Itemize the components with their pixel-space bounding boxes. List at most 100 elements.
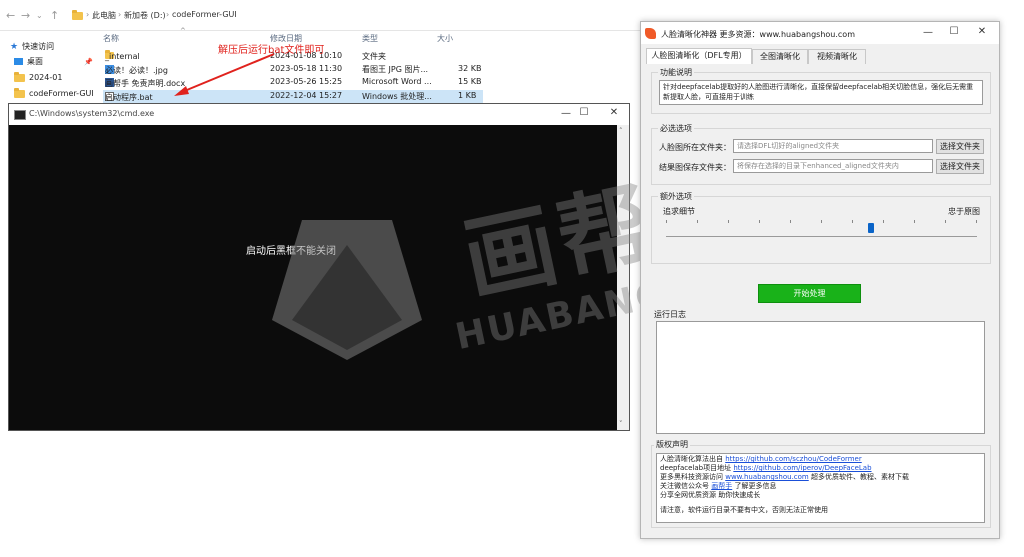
back-arrow-icon[interactable]: ← xyxy=(6,9,15,22)
slider-tick xyxy=(666,220,667,223)
star-icon: ★ xyxy=(10,41,19,52)
input-folder-field[interactable]: 请选择DFL切好的aligned文件夹 xyxy=(733,139,933,153)
scroll-up-icon[interactable]: ˄ xyxy=(619,127,623,135)
file-name: 必读！必读！.jpg xyxy=(105,66,168,75)
app-title: 人脸清晰化神器 更多资源：www.huabangshou.com xyxy=(661,30,855,39)
up-arrow-icon[interactable]: ↑ xyxy=(50,9,59,22)
file-size: 1 KB xyxy=(458,91,477,100)
folder-icon xyxy=(72,10,83,20)
app-logo-icon xyxy=(645,28,656,39)
log-textarea[interactable] xyxy=(656,321,985,434)
maximize-icon[interactable]: ☐ xyxy=(569,107,599,118)
scroll-down-icon[interactable]: ˅ xyxy=(619,420,623,428)
slider-right-label: 忠于原图 xyxy=(948,207,980,216)
file-date: 2022-12-04 15:27 xyxy=(270,91,343,100)
output-folder-label: 结果图保存文件夹： xyxy=(659,163,731,172)
file-row[interactable]: 画帮手 免责声明.docx 2023-05-26 15:25 Microsoft… xyxy=(103,76,483,89)
sidebar-item-codeformer[interactable]: codeFormer-GUI xyxy=(14,87,94,100)
intro-label: 功能说明 xyxy=(658,67,694,78)
sidebar-item-desktop[interactable]: 桌面 📌 xyxy=(14,55,93,68)
output-folder-field[interactable]: 将保存在选择的目录下enhanced_aligned文件夹内 xyxy=(733,159,933,173)
huabangshou-link[interactable]: www.huabangshou.com xyxy=(725,473,809,481)
start-button[interactable]: 开始处理 xyxy=(758,284,861,303)
sidebar-item-label: 桌面 xyxy=(27,57,43,66)
copyright-line5: 分享全网优质资源 助你快速成长 xyxy=(660,491,761,499)
codeformer-link[interactable]: https://github.com/sczhou/CodeFormer xyxy=(725,455,862,463)
input-folder-label: 人脸图所在文件夹： xyxy=(659,143,731,152)
tab-dfl-face[interactable]: 人脸图清晰化（DFL专用） xyxy=(646,48,752,64)
file-type: 文件夹 xyxy=(362,52,386,61)
terminal-icon xyxy=(14,110,26,120)
slider-tick xyxy=(790,220,791,223)
sidebar-item-quick-access[interactable]: ★ 快速访问 xyxy=(10,40,54,53)
slider-tick xyxy=(759,220,760,223)
copyright-line4: 关注微信公众号 xyxy=(660,482,709,490)
cmd-scrollbar[interactable]: ˄ ˅ xyxy=(617,125,629,430)
column-name[interactable]: 名称 xyxy=(103,33,119,44)
slider-left-label: 追求细节 xyxy=(663,207,695,216)
wechat-link[interactable]: 画帮手 xyxy=(711,482,732,490)
close-icon[interactable]: ✕ xyxy=(967,26,997,37)
app-title-bar[interactable]: 人脸清晰化神器 更多资源：www.huabangshou.com — ☐ ✕ xyxy=(641,22,999,44)
file-date: 2023-05-26 15:25 xyxy=(270,77,343,86)
sidebar-item-2024-01[interactable]: 2024-01 xyxy=(14,71,62,84)
desktop-icon xyxy=(14,58,23,65)
cmd-title-bar[interactable]: C:\Windows\system32\cmd.exe — ☐ ✕ xyxy=(9,104,629,125)
sidebar-item-label: 2024-01 xyxy=(29,73,63,82)
folder-icon xyxy=(14,71,25,82)
deepfacelab-link[interactable]: https://github.com/iperov/DeepFaceLab xyxy=(733,464,871,472)
chevron-down-icon[interactable]: ⌄ xyxy=(36,11,43,20)
tab-video[interactable]: 视频清晰化 xyxy=(808,49,866,64)
copyright-line3: 更多黑科技资源访问 xyxy=(660,473,723,481)
close-icon[interactable]: ✕ xyxy=(599,107,629,118)
tab-panel: 功能说明 针对deepfacelab提取好的人脸图进行清晰化，直接保留deepf… xyxy=(646,64,991,530)
breadcrumb-item[interactable]: codeFormer-GUI xyxy=(172,10,237,19)
detail-slider[interactable] xyxy=(666,220,977,248)
slider-tick xyxy=(821,220,822,223)
copyright-box: 人脸清晰化算法出自 https://github.com/sczhou/Code… xyxy=(656,453,985,523)
breadcrumb-item[interactable]: 新加卷 (D:) xyxy=(124,10,166,21)
slider-tick xyxy=(976,220,977,223)
column-type[interactable]: 类型 xyxy=(362,33,378,44)
explorer-address-bar: ← → ⌄ ↑ › 此电脑 › 新加卷 (D:) › codeFormer-GU… xyxy=(0,0,640,31)
file-type: 看图王 JPG 图片... xyxy=(362,65,429,74)
file-name: 启动程序.bat xyxy=(105,93,153,102)
required-label: 必选选项 xyxy=(658,123,694,134)
browse-output-button[interactable]: 选择文件夹 xyxy=(936,159,984,174)
sidebar-item-label: codeFormer-GUI xyxy=(29,89,94,98)
extra-label: 额外选项 xyxy=(658,191,694,202)
slider-thumb[interactable] xyxy=(868,223,874,233)
copyright-line2: deepfacelab项目地址 xyxy=(660,464,732,472)
file-type: Windows 批处理... xyxy=(362,92,432,101)
file-date: 2023-05-18 11:30 xyxy=(270,64,343,73)
column-size[interactable]: 大小 xyxy=(437,33,453,44)
slider-tick xyxy=(883,220,884,223)
required-group xyxy=(651,128,991,185)
sidebar-item-label: 快速访问 xyxy=(22,42,55,51)
breadcrumb[interactable]: › 此电脑 › 新加卷 (D:) › codeFormer-GUI xyxy=(70,8,640,24)
file-row-selected[interactable]: 启动程序.bat 2022-12-04 15:27 Windows 批处理...… xyxy=(103,90,483,103)
slider-ticks xyxy=(666,220,977,226)
file-size: 32 KB xyxy=(458,64,482,73)
app-window[interactable]: 人脸清晰化神器 更多资源：www.huabangshou.com — ☐ ✕ 人… xyxy=(640,21,1000,539)
breadcrumb-item[interactable]: 此电脑 xyxy=(92,10,116,21)
annotation-arrow-icon xyxy=(174,53,275,96)
watermark-logo-icon xyxy=(272,220,422,360)
tab-full-image[interactable]: 全图清晰化 xyxy=(752,49,808,64)
copyright-notice: 请注意，软件运行目录不要有中文，否则无法正常使用 xyxy=(660,506,828,514)
intro-text: 针对deepfacelab提取好的人脸图进行清晰化，直接保留deepfacela… xyxy=(659,80,983,105)
slider-tick xyxy=(728,220,729,223)
forward-arrow-icon[interactable]: → xyxy=(21,9,30,22)
maximize-icon[interactable]: ☐ xyxy=(939,26,969,37)
browse-input-button[interactable]: 选择文件夹 xyxy=(936,139,984,154)
pin-icon: 📌 xyxy=(84,57,93,66)
file-row[interactable]: 必读！必读！.jpg 2023-05-18 11:30 看图王 JPG 图片..… xyxy=(103,63,483,76)
file-name: _internal xyxy=(105,52,140,61)
slider-tick xyxy=(852,220,853,223)
slider-tick xyxy=(945,220,946,223)
slider-tick xyxy=(697,220,698,223)
log-label: 运行日志 xyxy=(654,310,686,319)
app-tabs: 人脸图清晰化（DFL专用） 全图清晰化 视频清晰化 xyxy=(646,48,991,65)
file-type: Microsoft Word ... xyxy=(362,77,432,86)
cmd-title: C:\Windows\system32\cmd.exe xyxy=(29,109,155,118)
